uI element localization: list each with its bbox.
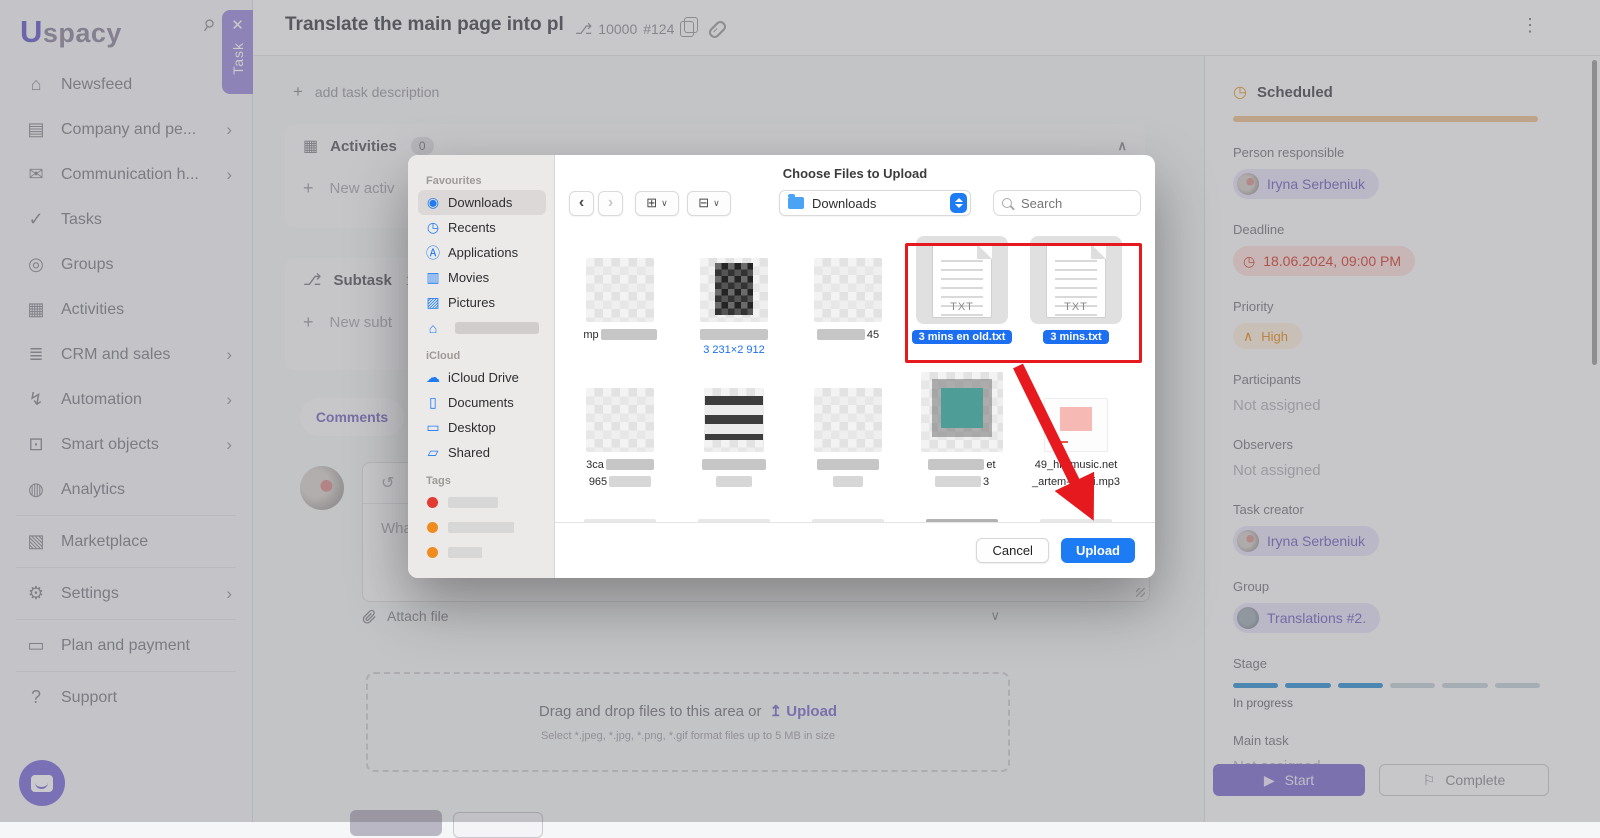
cloud-icon: ☁ [425, 369, 441, 386]
file-item[interactable]: mp [565, 236, 675, 356]
back-button[interactable]: ‹ [569, 191, 594, 216]
dialog-sidebar-item[interactable]: ▯ Documents [418, 390, 546, 415]
applications-icon: Ⓐ [425, 243, 441, 263]
file-thumbnail [1044, 398, 1108, 452]
desktop-icon: ▭ [425, 419, 441, 436]
tag-item[interactable] [418, 540, 546, 565]
tag-color-dot [427, 547, 438, 558]
redacted-label [448, 522, 514, 533]
txt-file-icon: TXT [1046, 244, 1106, 318]
redacted-label [606, 459, 654, 470]
redacted-label [716, 476, 752, 487]
upload-button[interactable]: Upload [1061, 538, 1135, 563]
folder-icon [788, 197, 804, 209]
file-item[interactable]: 3 231×2 912 [679, 236, 789, 356]
file-item[interactable]: TXT 3 mins en old.txt [907, 236, 1017, 356]
redacted-label [609, 476, 651, 487]
redacted-label [833, 476, 863, 487]
file-item[interactable]: TXT 3 mins.txt [1021, 236, 1131, 356]
tag-color-dot [427, 497, 438, 508]
dialog-sidebar-item[interactable]: ▭ Desktop [418, 415, 546, 440]
movies-icon: ▥ [425, 269, 441, 286]
file-thumbnail [700, 258, 768, 322]
tags-header: Tags [426, 475, 546, 487]
home-icon: ⌂ [425, 320, 441, 336]
file-item[interactable] [679, 513, 789, 522]
file-thumbnail [921, 372, 1003, 452]
tag-item[interactable] [418, 490, 546, 515]
redacted-label [455, 322, 539, 334]
redacted-label [601, 329, 657, 340]
file-item[interactable]: 45 [793, 236, 903, 356]
file-meta: 3 231×2 912 [703, 344, 764, 356]
file-thumbnail [814, 258, 882, 322]
dialog-title: Choose Files to Upload [555, 155, 1155, 181]
shared-folder-icon: ▱ [425, 444, 441, 461]
pictures-icon: ▨ [425, 294, 441, 311]
search-input[interactable] [1019, 195, 1123, 212]
redacted-label [700, 329, 768, 340]
dialog-sidebar-item[interactable]: ⌂ [418, 315, 546, 340]
redacted-label [817, 329, 865, 340]
file-item[interactable]: 3ca965 [565, 366, 675, 503]
tag-color-dot [427, 522, 438, 533]
redacted-label [817, 459, 879, 470]
redacted-label [702, 459, 766, 470]
cancel-button[interactable]: Cancel [976, 538, 1048, 563]
location-value: Downloads [812, 196, 876, 211]
file-item[interactable] [907, 513, 1017, 522]
file-name-fragment: 49_hitsmusic.net [1035, 459, 1118, 471]
search-field[interactable] [993, 190, 1141, 216]
file-thumbnail [586, 388, 654, 452]
icloud-header: iCloud [426, 350, 546, 362]
search-icon [1002, 198, 1012, 208]
dialog-sidebar-item[interactable]: ▥ Movies [418, 265, 546, 290]
file-name-fragment: et [986, 459, 995, 471]
file-name: 3 mins en old.txt [912, 330, 1013, 344]
file-item[interactable] [565, 513, 675, 522]
file-meta: 3:39 [1065, 491, 1086, 503]
dialog-sidebar-item[interactable]: Ⓐ Applications [418, 240, 546, 265]
document-icon: ▯ [425, 394, 441, 411]
dialog-sidebar-item[interactable]: ▨ Pictures [418, 290, 546, 315]
file-thumbnail [814, 388, 882, 452]
stepper-icon [950, 193, 967, 213]
group-view-button[interactable]: ⊟∨ [687, 191, 731, 216]
redacted-label [448, 547, 482, 558]
file-picker-dialog: Favourites ◉ Downloads ◷ Recents Ⓐ Appli… [408, 155, 1155, 578]
dialog-sidebar-item[interactable]: ◉ Downloads [418, 190, 546, 215]
file-name-fragment: 3ca [586, 459, 604, 471]
downloads-icon: ◉ [425, 194, 441, 211]
txt-file-icon: TXT [932, 244, 992, 318]
file-item[interactable] [793, 366, 903, 503]
dialog-sidebar: Favourites ◉ Downloads ◷ Recents Ⓐ Appli… [408, 155, 555, 578]
file-name-fragment: 45 [867, 329, 879, 341]
redacted-label [935, 476, 981, 487]
file-name-fragment: _artem-...ovii.mp3 [1032, 476, 1120, 488]
icon-view-button[interactable]: ⊞∨ [635, 191, 679, 216]
file-item[interactable] [793, 513, 903, 522]
redacted-label [928, 459, 984, 470]
file-thumbnail [704, 388, 764, 452]
favourites-header: Favourites [426, 175, 546, 187]
forward-button[interactable]: › [598, 191, 623, 216]
file-name-fragment: 965 [589, 476, 607, 488]
file-grid: mp 3 231×2 912 45 TXT 3 mins en old.txt TXT 3 … [555, 222, 1155, 522]
file-thumbnail [586, 258, 654, 322]
file-name: 3 mins.txt [1043, 330, 1108, 344]
file-item[interactable] [679, 366, 789, 503]
location-select[interactable]: Downloads [779, 190, 971, 216]
redacted-label [448, 497, 498, 508]
recents-icon: ◷ [425, 219, 441, 236]
file-name-fragment: mp [583, 329, 598, 341]
file-name-fragment: 3 [983, 476, 989, 488]
tag-item[interactable] [418, 515, 546, 540]
file-item[interactable]: 49_hitsmusic.net _artem-...ovii.mp3 3:39 [1021, 366, 1131, 503]
dialog-sidebar-item[interactable]: ▱ Shared [418, 440, 546, 465]
dialog-main: Choose Files to Upload ‹ › ⊞∨ ⊟∨ Downloa… [555, 155, 1155, 578]
file-item[interactable]: et 3 [907, 366, 1017, 503]
dialog-sidebar-item[interactable]: ◷ Recents [418, 215, 546, 240]
file-item[interactable] [1021, 513, 1131, 522]
dialog-sidebar-item[interactable]: ☁ iCloud Drive [418, 365, 546, 390]
